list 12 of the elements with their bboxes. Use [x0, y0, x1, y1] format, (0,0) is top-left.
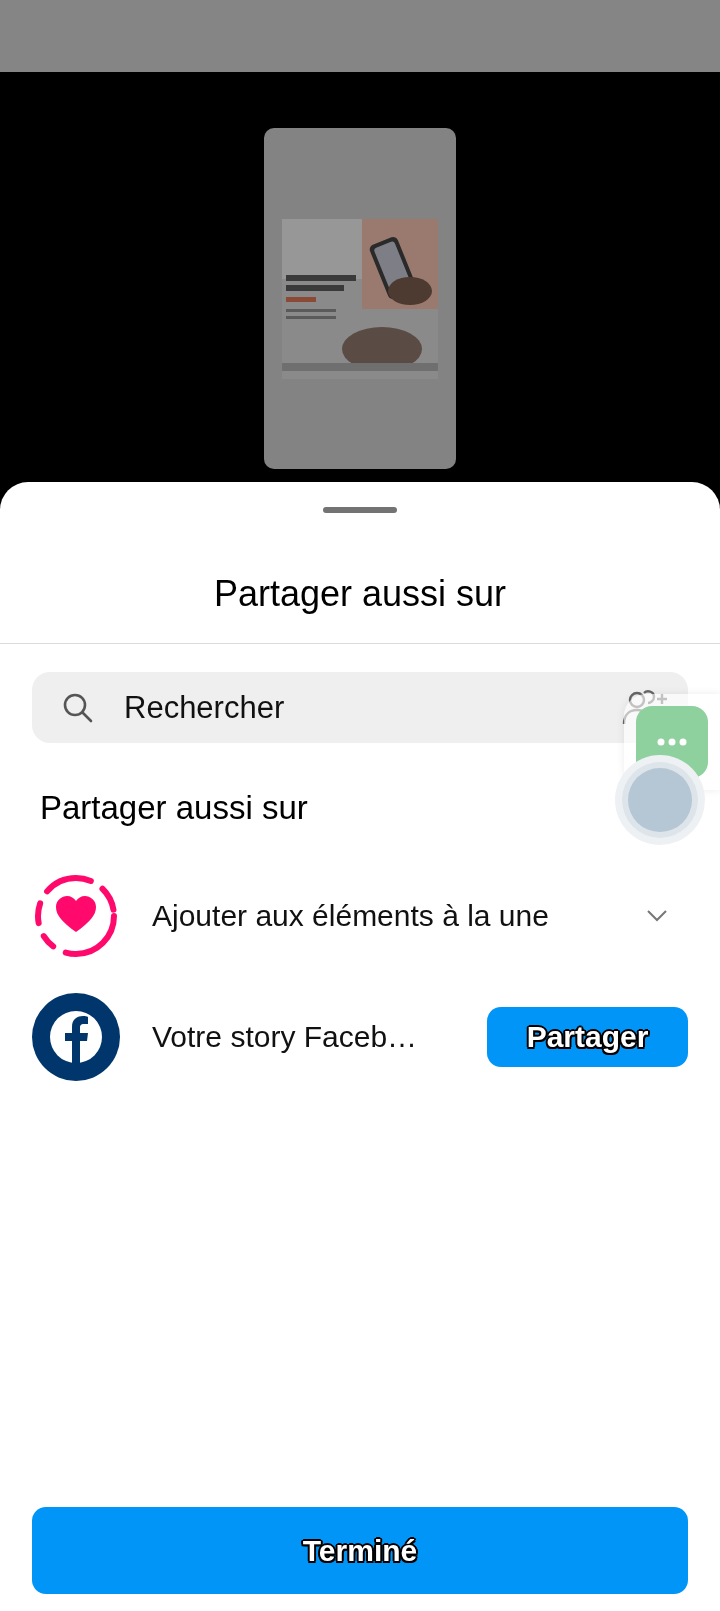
search-input[interactable]: Rechercher: [122, 688, 594, 727]
drag-handle[interactable]: [323, 507, 397, 513]
search-bar[interactable]: Rechercher: [32, 672, 688, 743]
facebook-icon: [32, 992, 120, 1081]
search-icon: [62, 691, 94, 724]
option-label[interactable]: Votre story Faceb…: [152, 1019, 455, 1054]
floating-ball-icon[interactable]: [614, 754, 706, 846]
more-icon: [657, 738, 687, 746]
option-label[interactable]: Ajouter aux éléments à la une: [152, 898, 614, 933]
chevron-down-icon[interactable]: [646, 908, 668, 923]
sheet-title: Partager aussi sur: [0, 573, 720, 644]
section-title: Partager aussi sur: [40, 789, 309, 827]
